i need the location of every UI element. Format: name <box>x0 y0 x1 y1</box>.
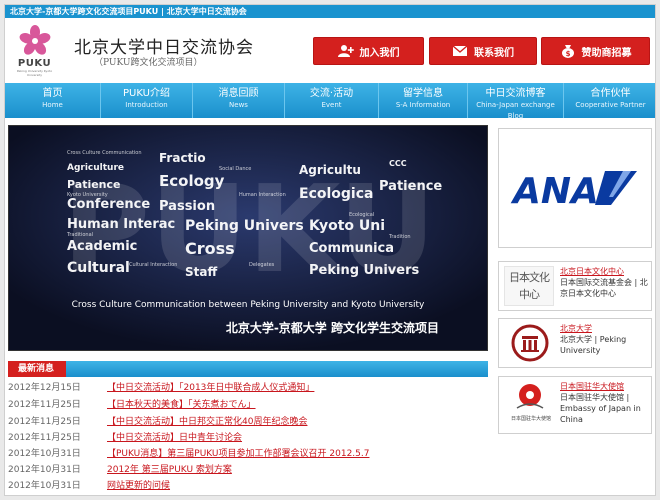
nav-blog[interactable]: 中日交流博客 China-Japan exchange Blog <box>468 83 564 120</box>
nav-news-sublabel: News <box>229 101 248 109</box>
nav-blog-label: 中日交流博客 <box>485 88 546 99</box>
sponsor-name[interactable]: 日本国驻华大使馆 <box>560 381 624 392</box>
money-bag-icon: $ <box>561 45 574 58</box>
news-item: 2012年12月15日 【中日交流活动】「2013年日中联合成人仪式通知」 <box>8 381 488 395</box>
nav-event[interactable]: 交流·活动 Event <box>285 83 379 118</box>
contact-us-label: 联系我们 <box>474 47 514 59</box>
news-item: 2012年10月31日 【PUKU消息】第三届PUKU项目参加工作部署会议召开 … <box>8 447 488 461</box>
sponsor-description: 北京大学 | Peking University <box>560 335 627 355</box>
nav-blog-sublabel: China-Japan exchange Blog <box>476 101 555 120</box>
news-item: 2012年11月25日 【日本秋天的美食】「关东煮おでん」 <box>8 398 488 412</box>
japan-culture-center-logo-text: 日本文化中心 <box>509 271 550 301</box>
news-date: 2012年12月15日 <box>8 383 81 393</box>
news-link[interactable]: 2012年 第三届PUKU 索划方案 <box>107 463 232 477</box>
banner-english-caption: Cross Culture Communication between Peki… <box>71 300 425 310</box>
top-strip: 北京大学-京都大学跨文化交流项目PUKU | 北京大学中日交流协会 <box>5 5 655 18</box>
news-link[interactable]: 【中日交流活动】日中青年讨论会 <box>107 431 242 445</box>
top-strip-text: 北京大学-京都大学跨文化交流项目PUKU | 北京大学中日交流协会 <box>10 7 247 16</box>
logo[interactable]: PUKU Peking University Kyoto University <box>12 23 57 77</box>
logo-text: PUKU <box>17 58 52 69</box>
ana-advertisement[interactable]: ANA <box>498 128 652 248</box>
news-date: 2012年11月25日 <box>8 433 81 443</box>
nav-study-abroad-label: 留学信息 <box>403 88 443 99</box>
ana-logo: ANA <box>510 171 637 212</box>
nav-partners-label: 合作伙伴 <box>590 88 631 99</box>
nav-partners-sublabel: Cooperative Partner <box>575 101 646 109</box>
news-date: 2012年10月31日 <box>8 481 81 491</box>
nav-introduction-label: PUKU介绍 <box>123 88 170 99</box>
sponsor-embassy-of-japan[interactable]: 日本国驻华大使馆 日本国驻华大使馆 日本国驻华大使馆 | Embassy of … <box>498 376 652 434</box>
sakura-flower-icon <box>19 25 51 55</box>
nav-home[interactable]: 首页 Home <box>5 83 101 118</box>
news-item: 2012年10月31日 2012年 第三届PUKU 索划方案 <box>8 463 488 477</box>
svg-text:$: $ <box>565 50 570 58</box>
nav-study-abroad-info[interactable]: 留学信息 S-A Information <box>379 83 468 118</box>
news-link[interactable]: 【日本秋天的美食】「关东煮おでん」 <box>107 398 256 412</box>
sponsor-name[interactable]: 北京大学 <box>560 323 592 334</box>
sponsor-recruit-label: 赞助商招募 <box>581 47 632 59</box>
join-us-label: 加入我们 <box>359 47 400 59</box>
main-nav: 首页 Home PUKU介绍 Introduction 消息回顾 News 交流… <box>5 83 655 120</box>
news-item: 2012年11月25日 【中日交流活动】中日邦交正常化40周年纪念晚会 <box>8 415 488 429</box>
join-us-button[interactable]: 加入我们 <box>313 37 424 65</box>
news-link[interactable]: 网站更新的问候 <box>107 479 170 493</box>
nav-home-sublabel: Home <box>42 101 63 109</box>
news-date: 2012年11月25日 <box>8 400 81 410</box>
contact-us-button[interactable]: 联系我们 <box>429 37 537 65</box>
banner-artwork: Agriculture Patience Conference Human In… <box>9 126 487 350</box>
sponsor-name[interactable]: 北京日本文化中心 <box>560 266 624 277</box>
svg-text:Cross Culture Communication: Cross Culture Communication <box>67 150 142 156</box>
news-link[interactable]: 【PUKU消息】第三届PUKU项目参加工作部署会议召开 2012.5.7 <box>107 447 369 461</box>
user-add-icon <box>337 45 354 57</box>
banner-chinese-caption: 北京大学-京都大学 跨文化学生交流项目 <box>225 321 439 335</box>
nav-news-label: 消息回顾 <box>218 88 259 99</box>
news-date: 2012年10月31日 <box>8 449 81 459</box>
japan-culture-center-logo: 日本文化中心 <box>504 266 554 306</box>
ana-logo-text: ANA <box>510 171 599 212</box>
mail-icon <box>452 45 468 56</box>
news-link[interactable]: 【中日交流活动】中日邦交正常化40周年纪念晚会 <box>107 415 307 429</box>
news-link[interactable]: 【中日交流活动】「2013年日中联合成人仪式通知」 <box>107 381 314 395</box>
sponsor-japan-culture-center[interactable]: 日本文化中心 北京日本文化中心 日本国际交流基金会 | 北京日本文化中心 <box>498 261 652 311</box>
nav-partners[interactable]: 合作伙伴 Cooperative Partner <box>564 83 655 118</box>
page: 北京大学-京都大学跨文化交流项目PUKU | 北京大学中日交流协会 PUKU P… <box>4 4 656 496</box>
nav-introduction[interactable]: PUKU介绍 Introduction <box>101 83 193 118</box>
nav-home-label: 首页 <box>42 88 63 99</box>
nav-introduction-sublabel: Introduction <box>125 101 168 109</box>
banner-big-text: PUKU <box>62 161 436 300</box>
sponsor-description: 日本国际交流基金会 | 北京日本文化中心 <box>560 278 648 298</box>
news-date: 2012年11月25日 <box>8 417 81 427</box>
nav-event-label: 交流·活动 <box>309 88 354 99</box>
nav-event-sublabel: Event <box>321 101 342 109</box>
news-item: 2012年11月25日 【中日交流活动】日中青年讨论会 <box>8 431 488 445</box>
news-item: 2012年10月31日 网站更新的问候 <box>8 479 488 493</box>
peking-university-seal-icon <box>511 324 549 362</box>
embassy-emblem-icon <box>516 384 544 409</box>
news-date: 2012年10月31日 <box>8 465 81 475</box>
org-subtitle: （PUKU跨文化交流项目） <box>94 58 203 68</box>
news-section-title: 最新消息 <box>8 361 67 377</box>
sponsor-peking-university[interactable]: 北京大学 北京大学 | Peking University <box>498 318 652 368</box>
sponsor-recruit-button[interactable]: $ 赞助商招募 <box>541 37 650 65</box>
nav-study-abroad-sublabel: S-A Information <box>395 101 451 109</box>
nav-news[interactable]: 消息回顾 News <box>193 83 285 118</box>
embassy-logo-caption: 日本国驻华大使馆 <box>510 416 551 422</box>
news-section-header: 最新消息 <box>8 361 488 377</box>
hero-banner[interactable]: Agriculture Patience Conference Human In… <box>8 125 488 351</box>
logo-subtext: Peking University Kyoto University <box>16 69 53 77</box>
sponsor-description: 日本国驻华大使馆 | Embassy of Japan in China <box>560 393 641 424</box>
